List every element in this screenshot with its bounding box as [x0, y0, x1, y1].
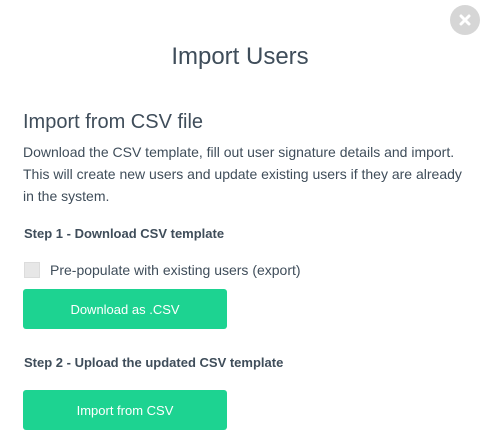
- step1-heading: Step 1 - Download CSV template: [24, 226, 225, 241]
- prepopulate-checkbox[interactable]: [24, 262, 40, 278]
- import-csv-button[interactable]: Import from CSV: [23, 390, 227, 430]
- step2-heading: Step 2 - Upload the updated CSV template: [24, 355, 284, 370]
- close-icon: [459, 14, 471, 26]
- prepopulate-checkbox-label[interactable]: Pre-populate with existing users (export…: [50, 261, 301, 279]
- download-csv-button[interactable]: Download as .CSV: [23, 289, 227, 329]
- modal-title: Import Users: [171, 43, 309, 70]
- import-users-modal: Import Users Import from CSV file Downlo…: [0, 0, 480, 436]
- close-button[interactable]: [450, 5, 480, 35]
- csv-section-heading: Import from CSV file: [23, 111, 204, 133]
- prepopulate-checkbox-row[interactable]: Pre-populate with existing users (export…: [24, 261, 301, 279]
- csv-section-description: Download the CSV template, fill out user…: [23, 144, 462, 204]
